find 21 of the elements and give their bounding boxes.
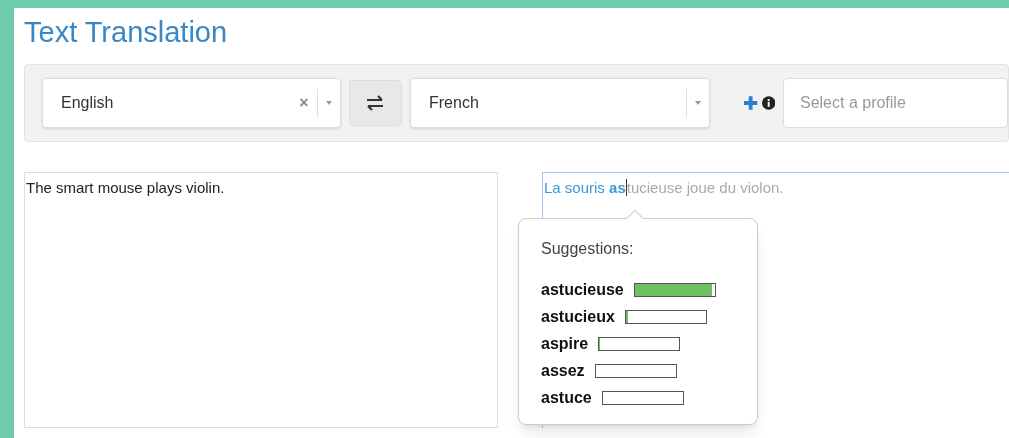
profile-field[interactable]: Select a profile [783,78,1008,128]
info-icon[interactable] [761,96,775,110]
suggestion-word[interactable]: aspire [541,331,589,356]
target-language-select[interactable]: French [410,78,711,128]
suggestion-word[interactable]: astucieux [541,304,615,329]
suggestion-word[interactable]: astucieuse [541,277,624,302]
translation-text: La souris astucieuse joue du violon. [544,179,784,196]
caret-icon [695,101,702,105]
caret-icon [325,101,332,105]
swap-languages-button[interactable] [348,80,402,126]
suggestions-heading: Suggestions: [541,239,635,259]
selected-language: French [428,93,480,113]
suggestion-word[interactable]: astuce [541,385,592,410]
add-icon[interactable] [743,95,759,111]
selected-language: English [60,93,115,113]
swap-icon [365,95,386,111]
source-language-select[interactable]: English × [42,78,341,128]
clear-icon[interactable]: × [291,91,317,115]
page-title: Text Translation [23,15,229,50]
suggestion-word[interactable]: assez [541,358,585,383]
source-text-area[interactable]: The smart mouse plays violin. [24,172,498,428]
